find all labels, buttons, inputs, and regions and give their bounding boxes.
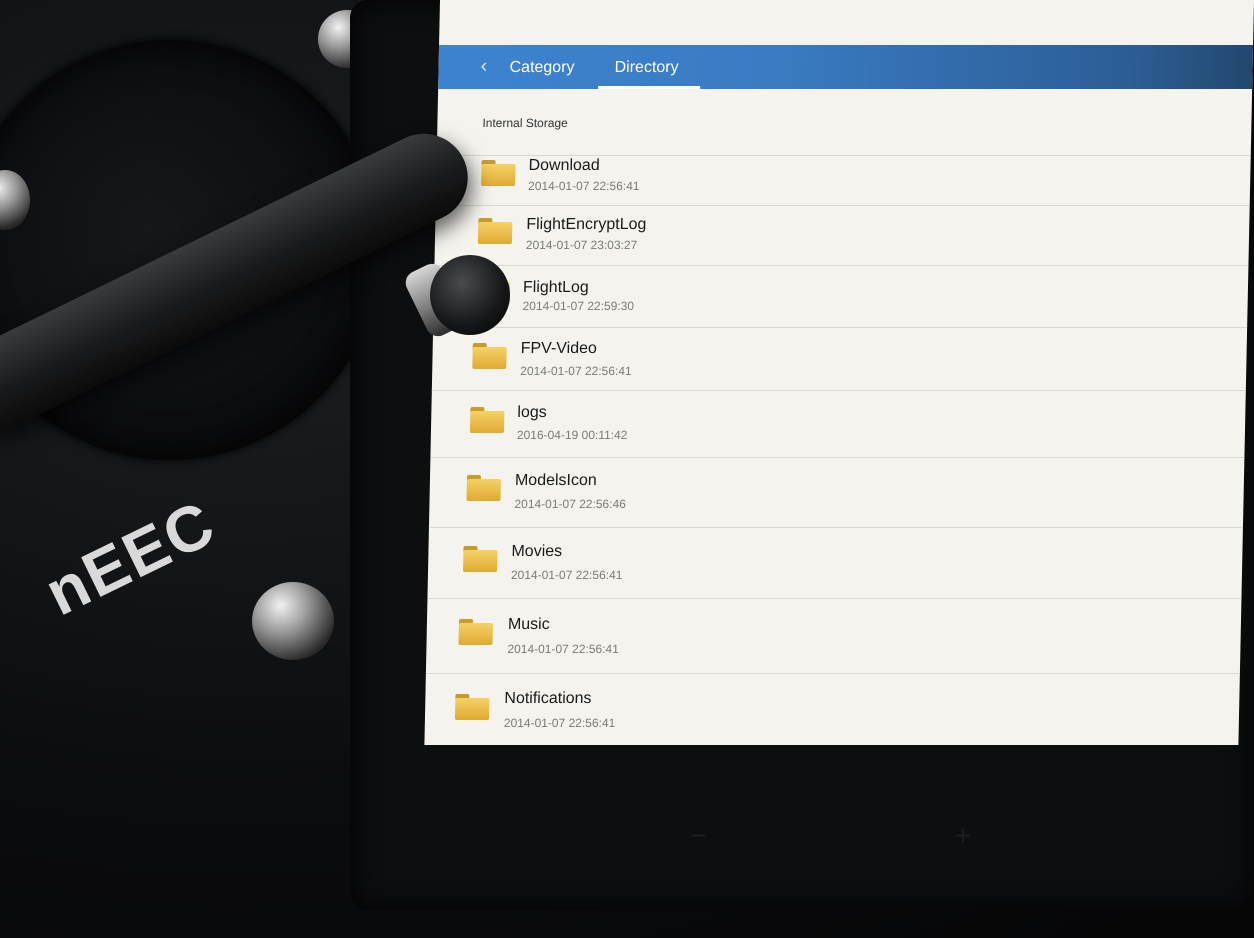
folder-name: Music xyxy=(507,616,550,633)
divider xyxy=(435,205,1250,206)
folder-date: 2016-04-19 00:11:42 xyxy=(516,428,628,442)
folder-date: 2014-01-07 22:56:41 xyxy=(510,568,623,582)
folder-icon xyxy=(466,475,502,501)
stylus-brand-logo: nEEC xyxy=(34,486,227,630)
tab-directory[interactable]: Directory xyxy=(614,59,678,77)
folder-name: FPV-Video xyxy=(520,340,598,357)
folder-icon xyxy=(454,694,490,720)
active-tab-indicator xyxy=(598,86,701,89)
file-browser-screen: ‹ Category Directory Internal Storage Do… xyxy=(424,0,1254,745)
divider xyxy=(427,598,1242,599)
folder-date: 2014-01-07 22:59:30 xyxy=(522,299,635,313)
folder-date: 2014-01-07 22:56:41 xyxy=(507,642,619,656)
folder-name: ModelsIcon xyxy=(514,472,597,489)
folder-date: 2014-01-07 22:56:41 xyxy=(520,364,632,378)
folder-icon xyxy=(477,218,513,244)
controller-body: ‹ Category Directory Internal Storage Do… xyxy=(0,0,1254,938)
divider xyxy=(431,390,1246,391)
folder-date: 2014-01-07 23:03:27 xyxy=(525,238,638,252)
folder-icon xyxy=(472,343,507,369)
minus-button[interactable]: − xyxy=(690,820,706,852)
plus-button[interactable]: + xyxy=(955,820,971,852)
divider xyxy=(433,327,1248,328)
folder-name: FlightEncryptLog xyxy=(526,216,647,233)
folder-name: FlightLog xyxy=(522,279,589,296)
folder-icon xyxy=(469,407,505,433)
folder-name: Download xyxy=(528,157,600,174)
chevron-left-icon[interactable]: ‹ xyxy=(480,55,487,78)
folder-name: Movies xyxy=(511,543,563,560)
folder-name: Notifications xyxy=(504,690,592,707)
divider xyxy=(425,673,1240,674)
lower-knob xyxy=(252,582,334,660)
folder-icon xyxy=(458,619,493,645)
folder-name: logs xyxy=(517,404,547,421)
tab-category[interactable]: Category xyxy=(509,59,574,77)
stylus-tip xyxy=(430,255,510,335)
folder-icon xyxy=(463,546,498,572)
folder-icon xyxy=(481,160,516,186)
folder-date: 2014-01-07 22:56:46 xyxy=(514,497,627,511)
folder-date: 2014-01-07 22:56:41 xyxy=(527,179,640,193)
divider xyxy=(434,265,1249,266)
divider xyxy=(436,155,1251,156)
divider xyxy=(428,527,1243,528)
divider xyxy=(430,457,1245,458)
folder-date: 2014-01-07 22:56:41 xyxy=(503,716,616,730)
breadcrumb: Internal Storage xyxy=(482,116,568,130)
